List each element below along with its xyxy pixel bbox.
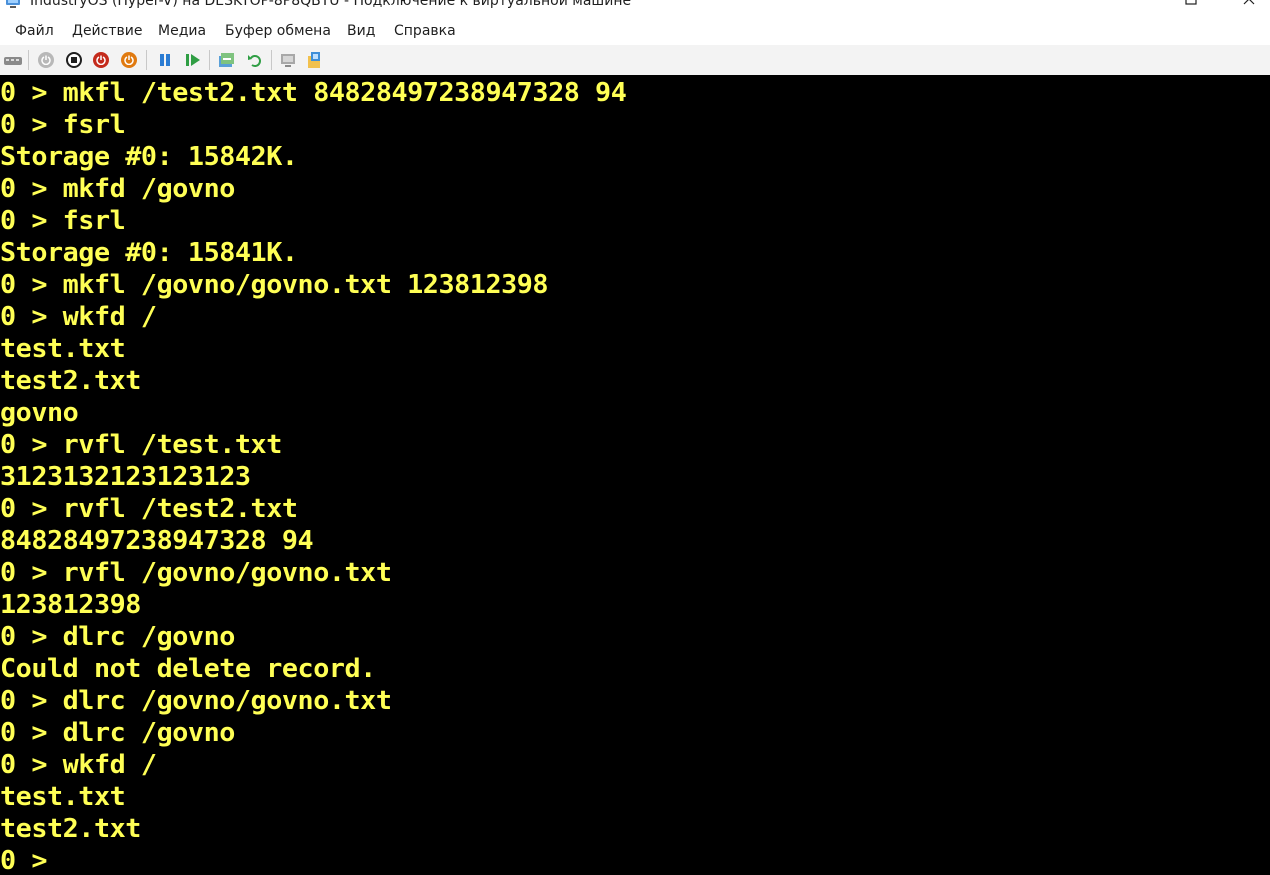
ctrl-alt-del-icon[interactable]	[3, 50, 23, 70]
console-output: 0 > mkfl /test2.txt 84828497238947328 94…	[0, 77, 627, 875]
console-line: 0 > dlrc /govno	[0, 718, 235, 748]
toolbar-separator	[146, 50, 147, 70]
toolbar-separator	[209, 50, 210, 70]
console-line: 0 > mkfd /govno	[0, 174, 235, 204]
start-icon[interactable]	[36, 50, 56, 70]
vm-console-screen[interactable]: 0 > mkfl /test2.txt 84828497238947328 94…	[0, 75, 1270, 875]
console-line: 0 > mkfl /test2.txt 84828497238947328 94	[0, 78, 627, 108]
hyper-v-app-icon	[4, 0, 22, 10]
enhanced-session-icon[interactable]	[279, 50, 299, 70]
revert-icon[interactable]	[245, 50, 265, 70]
console-line: 0 >	[0, 846, 47, 875]
console-line: 0 > dlrc /govno/govno.txt	[0, 686, 392, 716]
console-line: 0 > rvfl /test2.txt	[0, 494, 298, 524]
console-line: 0 > fsrl	[0, 206, 126, 236]
menu-media[interactable]: Медиа	[158, 22, 206, 40]
checkpoint-icon[interactable]	[217, 50, 237, 70]
resume-icon[interactable]	[183, 50, 203, 70]
console-line: Storage #0: 15841K.	[0, 238, 298, 268]
save-state-icon[interactable]	[119, 50, 139, 70]
console-line: Could not delete record.	[0, 654, 376, 684]
close-icon[interactable]	[1240, 0, 1258, 10]
console-line: Storage #0: 15842K.	[0, 142, 298, 172]
window-title: IndustryOS (Hyper-V) на DESKTOP-8P8QBTU …	[30, 0, 632, 9]
toolbar-separator	[28, 50, 29, 70]
console-line: test.txt	[0, 334, 126, 364]
console-line: 0 > wkfd /	[0, 302, 157, 332]
console-line: 0 > rvfl /govno/govno.txt	[0, 558, 392, 588]
title-bar: IndustryOS (Hyper-V) на DESKTOP-8P8QBTU …	[0, 0, 1270, 14]
menu-clipboard[interactable]: Буфер обмена	[225, 22, 331, 40]
toolbar-separator	[271, 50, 272, 70]
console-line: 0 > mkfl /govno/govno.txt 123812398	[0, 270, 549, 300]
console-line: 0 > rvfl /test.txt	[0, 430, 282, 460]
turn-off-icon[interactable]	[64, 50, 84, 70]
menu-action[interactable]: Действие	[72, 22, 142, 40]
console-line: test.txt	[0, 782, 126, 812]
pause-icon[interactable]	[155, 50, 175, 70]
maximize-icon[interactable]	[1182, 0, 1200, 10]
menu-view[interactable]: Вид	[347, 22, 375, 40]
console-line: 0 > dlrc /govno	[0, 622, 235, 652]
shut-down-icon[interactable]	[91, 50, 111, 70]
menu-file[interactable]: Файл	[15, 22, 54, 40]
menu-help[interactable]: Справка	[394, 22, 456, 40]
console-line: test2.txt	[0, 366, 141, 396]
console-line: 3123132123123123	[0, 462, 251, 492]
console-line: 84828497238947328 94	[0, 526, 314, 556]
share-icon[interactable]	[305, 50, 325, 70]
console-line: 123812398	[0, 590, 141, 620]
console-line: 0 > fsrl	[0, 110, 126, 140]
console-line: govno	[0, 398, 79, 428]
console-line: test2.txt	[0, 814, 141, 844]
menu-bar: Файл Действие Медиа Буфер обмена Вид Спр…	[0, 18, 1270, 44]
console-line: 0 > wkfd /	[0, 750, 157, 780]
toolbar	[0, 45, 1270, 75]
